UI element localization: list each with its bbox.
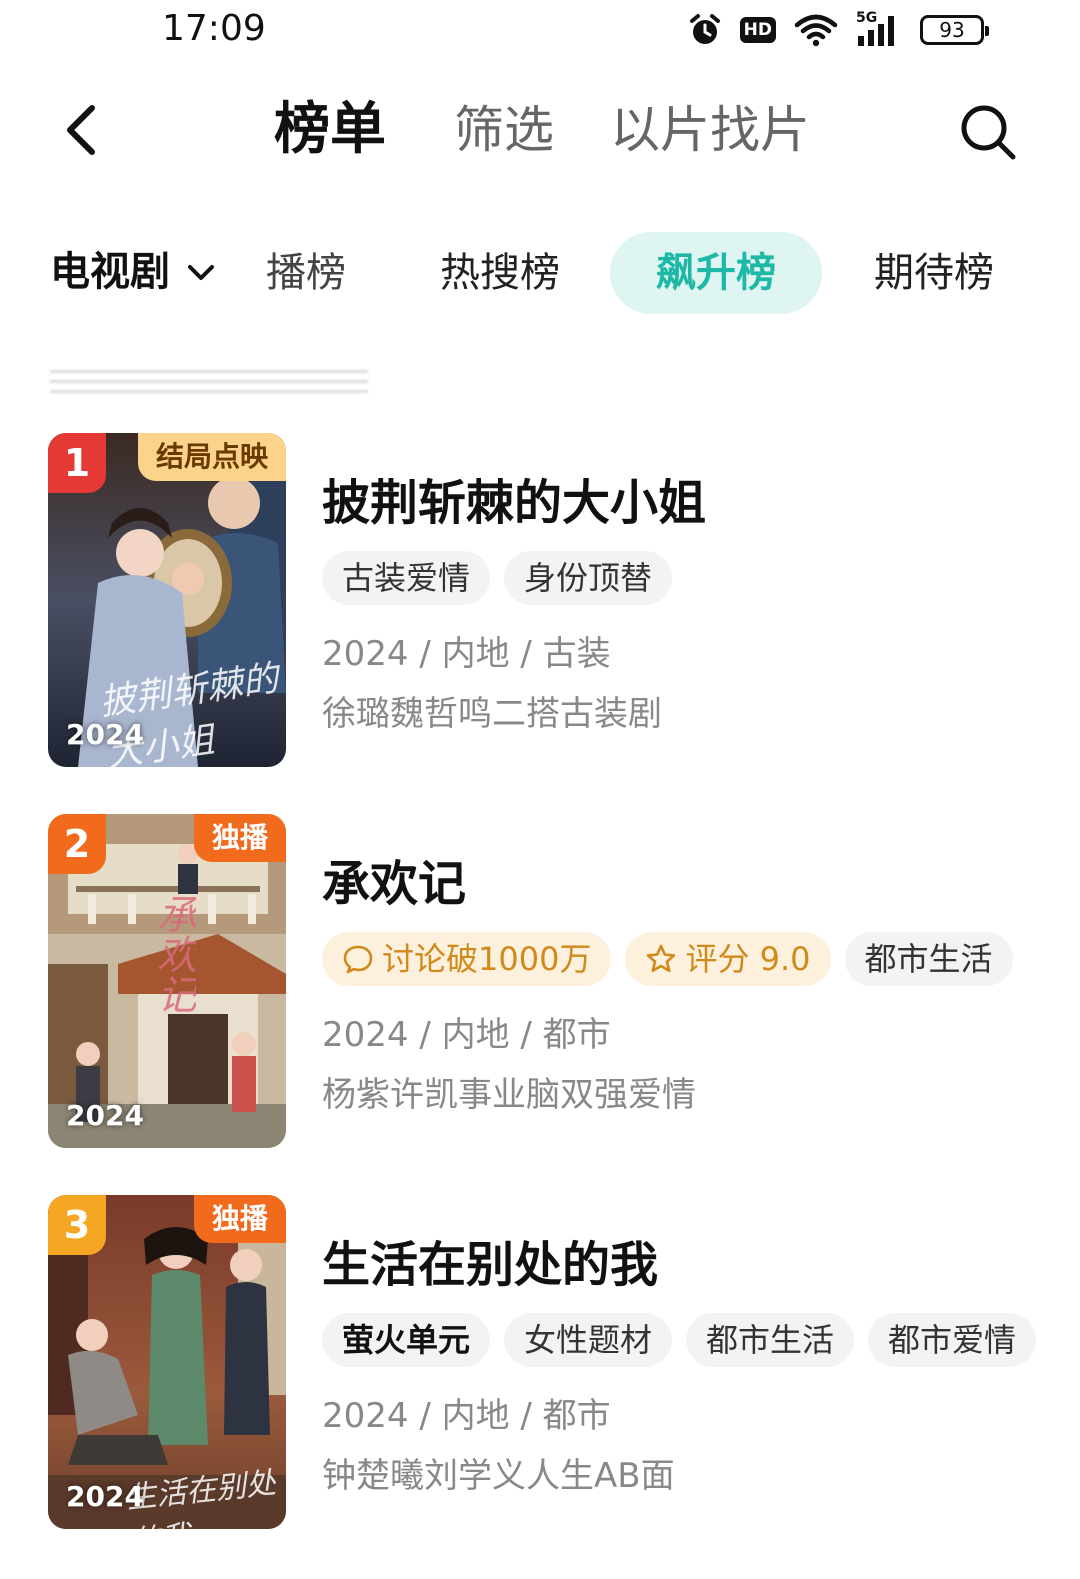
tab-anticipated-rank[interactable]: 期待榜 [874, 232, 994, 314]
star-icon [647, 944, 676, 973]
series-logo-tag[interactable]: 萤火单元 [322, 1313, 491, 1367]
show-meta: 2024 / 内地 / 都市 [322, 1396, 611, 1436]
tab-play-rank[interactable]: 播榜 [266, 232, 346, 314]
status-icons: HD 5G 93 [688, 10, 989, 50]
status-time: 17:09 [162, 8, 266, 49]
show-description: 徐璐魏哲鸣二搭古装剧 [322, 694, 662, 734]
show-description: 钟楚曦刘学义人生AB面 [322, 1456, 675, 1496]
chevron-down-icon [188, 265, 214, 280]
tag-list: 古装爱情 身份顶替 [322, 551, 673, 605]
alarm-icon [689, 14, 720, 44]
show-title[interactable]: 生活在别处的我 [322, 1235, 658, 1295]
poster-title-art: 承欢记 [150, 894, 196, 1014]
finale-tag: 结局点映 [137, 433, 286, 481]
list-item[interactable]: 承欢记 2 独播 2024 承欢记 讨论破1000万 评分 9.0 都市生活 2… [0, 814, 1080, 1150]
poster-image[interactable]: 披荆斩棘的大小姐 1 结局点映 2024 [48, 433, 286, 767]
status-bar: 17:09 HD 5G 93 [0, 0, 1080, 62]
tab-rankings[interactable]: 榜单 [274, 92, 386, 168]
hd-badge: HD [739, 17, 776, 43]
signal-icon [858, 16, 894, 46]
tag-list: 萤火单元 女性题材 都市生活 都市爱情 [322, 1313, 1037, 1367]
back-icon[interactable] [54, 100, 114, 160]
tab-rising-rank[interactable]: 飙升榜 [610, 232, 822, 314]
top-nav: 榜单 筛选 以片找片 [0, 80, 1080, 180]
blurred-divider [50, 366, 368, 396]
tag-label: 讨论破1000万 [382, 940, 592, 978]
show-meta: 2024 / 内地 / 古装 [322, 634, 611, 674]
tag-list: 讨论破1000万 评分 9.0 都市生活 [322, 932, 1013, 986]
series-logo: 萤火单元 [342, 1321, 471, 1359]
category-label: 电视剧 [50, 249, 170, 295]
search-icon[interactable] [958, 102, 1018, 162]
rank-badge: 1 [48, 433, 106, 493]
comment-icon [343, 945, 373, 974]
exclusive-tag: 独播 [193, 814, 286, 862]
wifi-icon [794, 14, 838, 47]
rating-tag[interactable]: 评分 9.0 [625, 932, 831, 986]
poster-year: 2024 [66, 718, 144, 751]
rank-category-bar: 电视剧 播榜 热搜榜 飙升榜 期待榜 [0, 228, 1080, 318]
tag[interactable]: 都市生活 [844, 932, 1013, 986]
show-description: 杨紫许凯事业脑双强爱情 [322, 1075, 696, 1115]
tag-label: 评分 9.0 [685, 940, 811, 978]
poster-year: 2024 [66, 1480, 144, 1513]
battery-icon: 93 [920, 15, 989, 45]
tab-hot-search-rank[interactable]: 热搜榜 [440, 232, 560, 314]
tab-find-by-show[interactable]: 以片找片 [610, 92, 810, 168]
tag[interactable]: 都市爱情 [868, 1313, 1037, 1367]
tab-filter[interactable]: 筛选 [454, 92, 554, 168]
tag[interactable]: 都市生活 [686, 1313, 855, 1367]
tag[interactable]: 女性题材 [504, 1313, 673, 1367]
exclusive-tag: 独播 [193, 1195, 286, 1243]
signal-indicator: 5G [856, 10, 902, 48]
show-title[interactable]: 承欢记 [322, 854, 466, 914]
poster-image[interactable]: 生活在别处的我 3 独播 2024 [48, 1195, 286, 1529]
discussion-tag[interactable]: 讨论破1000万 [322, 932, 612, 986]
battery-level: 93 [939, 18, 965, 42]
rank-badge: 2 [48, 814, 106, 874]
tag[interactable]: 身份顶替 [504, 551, 673, 605]
tag[interactable]: 古装爱情 [322, 551, 491, 605]
show-title[interactable]: 披荆斩棘的大小姐 [322, 473, 706, 533]
poster-image[interactable]: 承欢记 2 独播 2024 [48, 814, 286, 1148]
poster-year: 2024 [66, 1099, 144, 1132]
list-item[interactable]: 生活在别处的我 3 独播 2024 生活在别处的我 萤火单元 女性题材 都市生活… [0, 1195, 1080, 1531]
show-meta: 2024 / 内地 / 都市 [322, 1015, 611, 1055]
rank-badge: 3 [48, 1195, 106, 1255]
category-dropdown[interactable]: 电视剧 [50, 242, 218, 302]
list-item[interactable]: 披荆斩棘的大小姐 1 结局点映 2024 披荆斩棘的大小姐 古装爱情 身份顶替 … [0, 433, 1080, 769]
